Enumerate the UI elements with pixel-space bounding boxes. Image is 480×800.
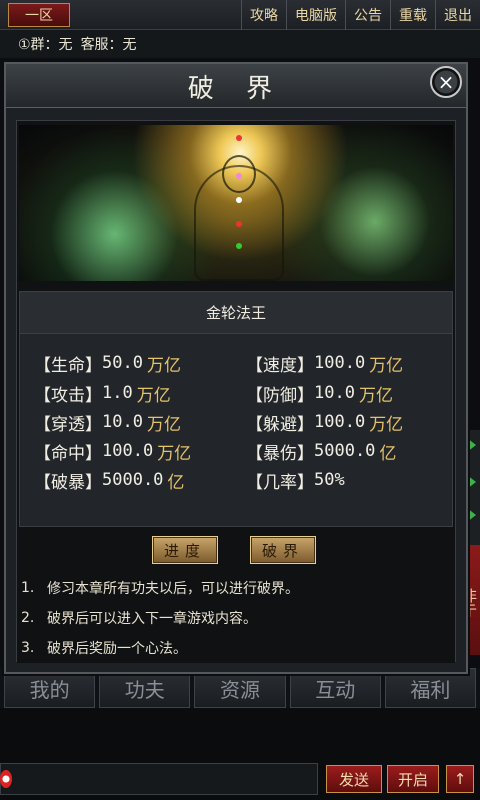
chakra-dot bbox=[236, 197, 242, 203]
hint-item: 2. 破界后可以进入下一章游戏内容。 bbox=[21, 610, 257, 627]
tab-mine[interactable]: 我的 bbox=[4, 668, 96, 708]
chat-bar: 发送 开启 ↑ bbox=[0, 708, 480, 800]
bottom-tabs: 我的 功夫 资源 互动 福利 bbox=[0, 668, 480, 708]
tab-kungfu[interactable]: 功夫 bbox=[99, 668, 191, 708]
breakthrough-dialog: 破 界 × 金轮法王 【生命】 50.0 万亿 【速度】 100.0 万亿 【攻击】 1.… bbox=[4, 62, 468, 674]
arrow-right-icon[interactable] bbox=[467, 475, 476, 489]
arrow-up-icon[interactable]: ↑ bbox=[446, 765, 474, 793]
stat-crit-damage: 【暴伤】 5000.0 亿 bbox=[246, 441, 397, 464]
tab-welfare[interactable]: 福利 bbox=[384, 668, 477, 708]
group-label: ①群：无 bbox=[18, 37, 73, 53]
progress-button[interactable]: 进度 bbox=[152, 536, 218, 564]
breakthrough-button[interactable]: 破界 bbox=[250, 536, 316, 564]
zone-button[interactable]: 一区 bbox=[8, 3, 70, 27]
nav-reload[interactable]: 重载 bbox=[390, 0, 435, 30]
chakra-dot bbox=[236, 135, 242, 141]
boss-name: 金轮法王 bbox=[20, 292, 452, 334]
dialog-header: 破 界 × bbox=[6, 64, 466, 108]
open-button[interactable]: 开启 bbox=[387, 765, 439, 793]
hint-list: 1. 修习本章所有功夫以后，可以进行破界。 2. 破界后可以进入下一章游戏内容。 3… bbox=[17, 573, 455, 663]
tab-interact[interactable]: 互动 bbox=[289, 668, 381, 708]
stat-hp: 【生命】 50.0 万亿 bbox=[34, 353, 181, 376]
nav-exit[interactable]: 退出 bbox=[435, 0, 480, 30]
chat-input[interactable] bbox=[0, 763, 318, 795]
chakra-dot bbox=[236, 173, 242, 179]
hint-item: 1. 修习本章所有功夫以后，可以进行破界。 bbox=[21, 580, 299, 597]
meditation-banner-image bbox=[19, 125, 453, 281]
stat-crit-resist: 【破暴】 5000.0 亿 bbox=[34, 470, 185, 493]
chat-channel-icon[interactable] bbox=[0, 770, 12, 788]
nav-pc-version[interactable]: 电脑版 bbox=[286, 0, 345, 30]
stat-hit: 【命中】 100.0 万亿 bbox=[34, 441, 192, 464]
dialog-body: 金轮法王 【生命】 50.0 万亿 【速度】 100.0 万亿 【攻击】 1.0 万亿 【防… bbox=[16, 120, 456, 663]
tab-resources[interactable]: 资源 bbox=[194, 668, 286, 708]
stat-defense: 【防御】 10.0 万亿 bbox=[246, 383, 393, 406]
arrow-right-icon[interactable] bbox=[467, 438, 476, 452]
chakra-dot bbox=[236, 243, 242, 249]
hint-item: 3. 破界后奖励一个心法。 bbox=[21, 640, 187, 657]
service-label: 客服：无 bbox=[80, 37, 137, 53]
stat-dodge: 【躲避】 100.0 万亿 bbox=[246, 412, 404, 435]
top-nav: 攻略 电脑版 公告 重载 退出 bbox=[241, 0, 480, 30]
stat-attack: 【攻击】 1.0 万亿 bbox=[34, 383, 171, 406]
nav-announcement[interactable]: 公告 bbox=[345, 0, 390, 30]
send-button[interactable]: 发送 bbox=[326, 765, 382, 793]
stat-speed: 【速度】 100.0 万亿 bbox=[246, 353, 404, 376]
close-icon[interactable]: × bbox=[430, 66, 462, 98]
stat-penetration: 【穿透】 10.0 万亿 bbox=[34, 412, 181, 435]
stats-panel: 金轮法王 【生命】 50.0 万亿 【速度】 100.0 万亿 【攻击】 1.0 万亿 【防… bbox=[19, 291, 453, 527]
top-bar: 一区 攻略 电脑版 公告 重载 退出 bbox=[0, 0, 480, 30]
arrow-right-icon[interactable] bbox=[467, 508, 476, 522]
stat-chance: 【几率】 50% bbox=[246, 470, 345, 493]
dialog-title: 破 界 bbox=[187, 73, 285, 104]
chakra-dot bbox=[236, 221, 242, 227]
group-info-row: ①群：无 客服：无 bbox=[0, 30, 480, 58]
nav-guide[interactable]: 攻略 bbox=[241, 0, 286, 30]
